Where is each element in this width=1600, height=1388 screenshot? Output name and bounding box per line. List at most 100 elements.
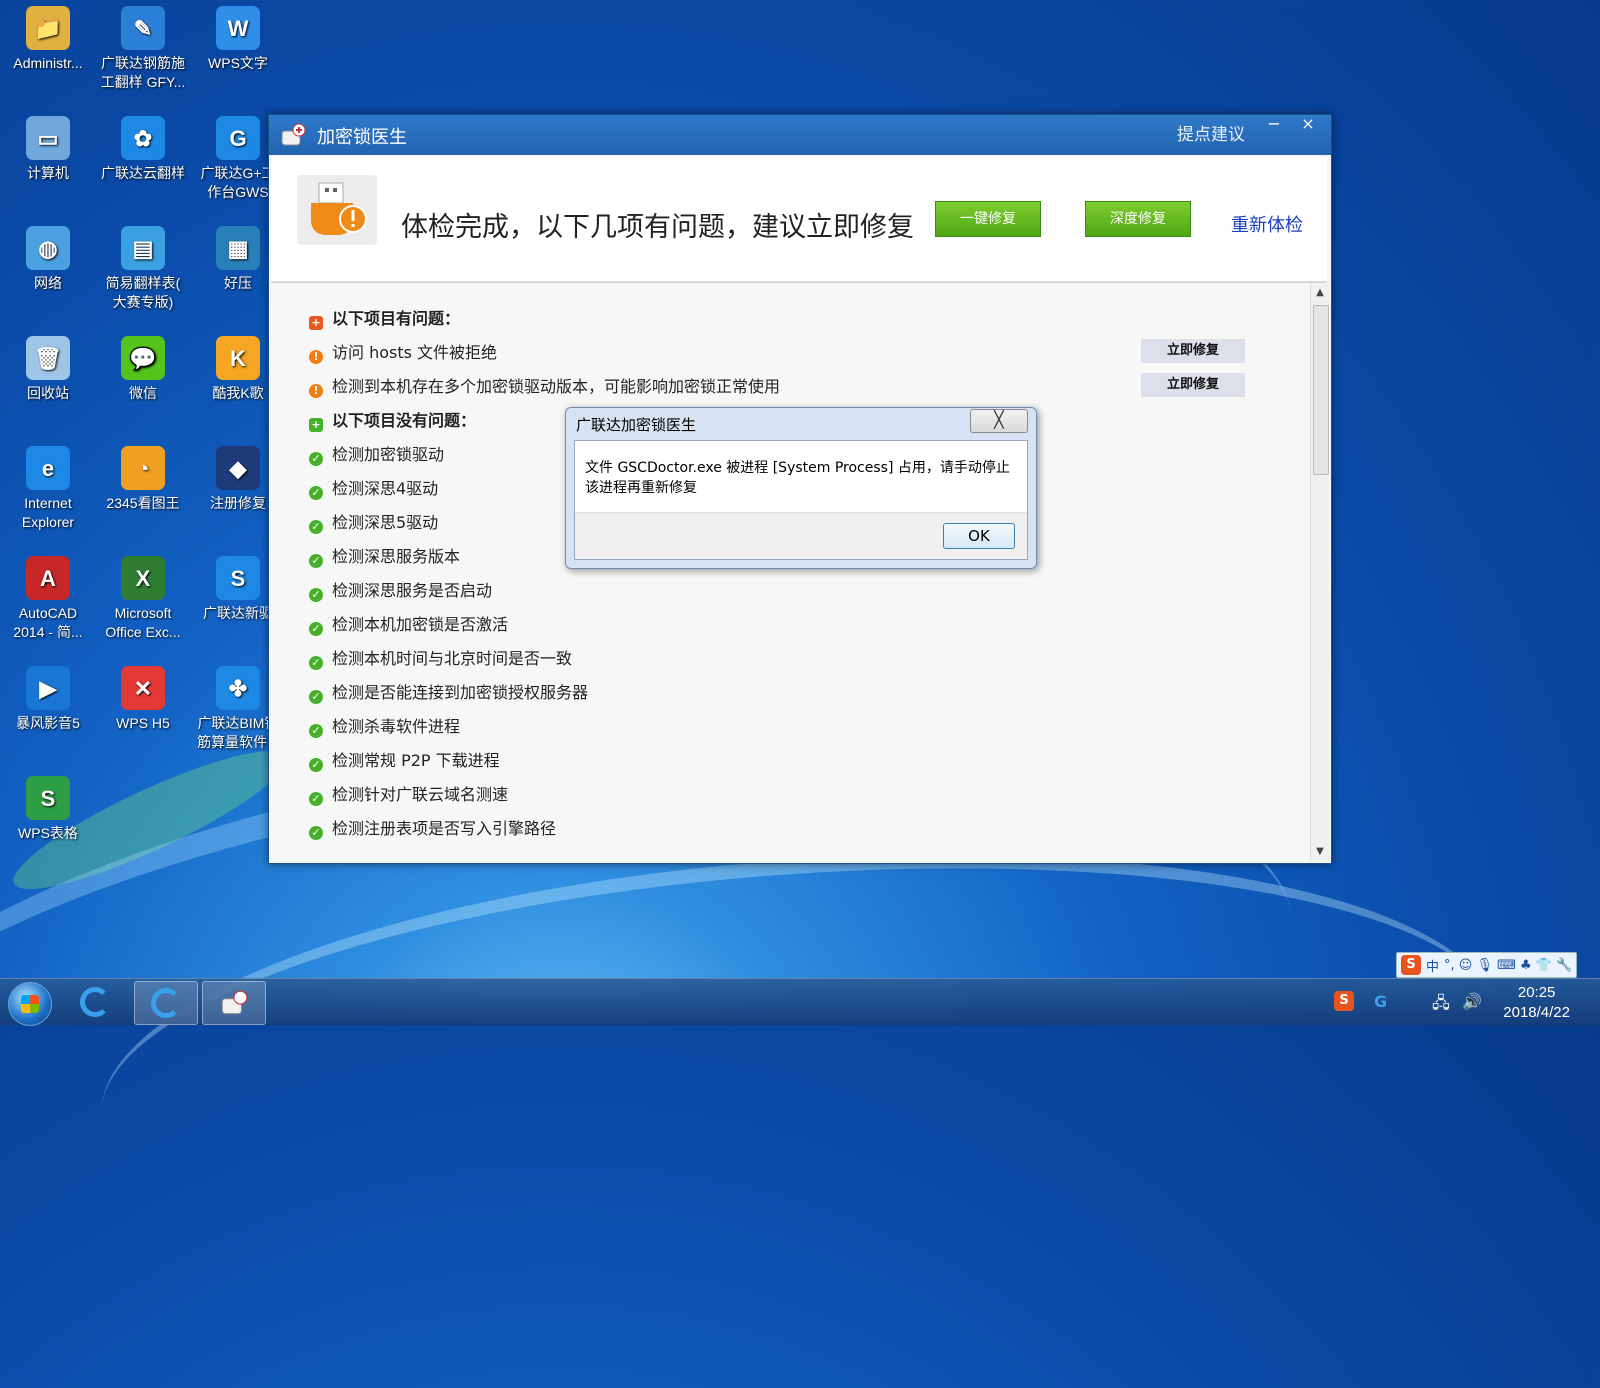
warning-icon: !: [309, 350, 323, 364]
desktop-app-icon: e: [26, 446, 70, 490]
problem-section-title: + 以下项目有问题：: [309, 307, 460, 331]
desktop-app-icon: ◔: [121, 446, 165, 490]
desktop-app-icon: ✤: [216, 666, 260, 710]
desktop-icon[interactable]: 🗑 回收站: [0, 330, 96, 403]
network-tray-icon[interactable]: 🖧: [1432, 992, 1450, 1019]
desktop-icon[interactable]: ▶ 暴风影音5: [0, 660, 96, 733]
one-click-fix-button[interactable]: 一键修复: [935, 201, 1041, 237]
check-icon: ✓: [309, 792, 323, 806]
ime-toolbar[interactable]: S 中 °, ☺ 🎙 ⌨ ♣ 👕 🔧: [1396, 952, 1578, 978]
scroll-thumb[interactable]: [1313, 305, 1329, 475]
check-icon: ✓: [309, 690, 323, 704]
glodon-g-icon: [151, 988, 181, 1018]
result-headline: 体检完成，以下几项有问题，建议立即修复: [401, 212, 914, 243]
dialog-body: 文件 GSCDoctor.exe 被进程 [System Process] 占用…: [574, 440, 1028, 560]
sogou-icon[interactable]: S: [1401, 955, 1421, 975]
dialog-close-button[interactable]: ╳: [970, 409, 1028, 433]
problem-item: ! 检测到本机存在多个加密锁驱动版本，可能影响加密锁正常使用: [309, 375, 780, 399]
check-icon: ✓: [309, 656, 323, 670]
volume-tray-icon[interactable]: 🔊: [1462, 992, 1482, 1011]
desktop-app-icon: 💬: [121, 336, 165, 380]
ok-section-title: + 以下项目没有问题：: [309, 409, 476, 433]
minimize-button[interactable]: −: [1259, 115, 1289, 137]
desktop-app-icon: ◍: [26, 226, 70, 270]
check-icon: ✓: [309, 758, 323, 772]
close-button[interactable]: ×: [1293, 115, 1323, 137]
ok-item: ✓ 检测本机时间与北京时间是否一致: [309, 647, 572, 671]
taskbar-lock-doctor[interactable]: [202, 981, 266, 1025]
lock-doctor-app-icon: [281, 123, 306, 146]
desktop-icon-label: 广联达钢筋施 工翻样 GFY...: [100, 55, 186, 90]
desktop-icon-label: AutoCAD 2014 - 简...: [13, 605, 83, 640]
ok-item: ✓ 检测深思5驱动: [309, 511, 438, 535]
desktop-icon[interactable]: S WPS表格: [0, 770, 96, 843]
ok-item-text: 检测本机加密锁是否激活: [332, 615, 509, 634]
desktop-app-icon: G: [216, 116, 260, 160]
ok-item-text: 检测加密锁驱动: [332, 445, 445, 464]
deep-fix-button[interactable]: 深度修复: [1085, 201, 1191, 237]
desktop-app-icon: ✿: [121, 116, 165, 160]
problem-text: 访问 hosts 文件被拒绝: [332, 343, 498, 362]
desktop-icon[interactable]: ✿ 广联达云翻样: [95, 110, 191, 183]
check-icon: ✓: [309, 826, 323, 840]
desktop-icon[interactable]: X Microsoft Office Exc...: [95, 550, 191, 642]
problem-text: 检测到本机存在多个加密锁驱动版本，可能影响加密锁正常使用: [332, 377, 781, 396]
desktop-icon[interactable]: ✎ 广联达钢筋施 工翻样 GFY...: [95, 0, 191, 92]
suggest-link[interactable]: 提点建议: [1177, 120, 1245, 145]
desktop-icon[interactable]: ◔ 2345看图王: [95, 440, 191, 513]
desktop-app-icon: ✕: [121, 666, 165, 710]
check-icon: ✓: [309, 452, 323, 466]
error-dialog: 广联达加密锁医生 ╳ 文件 GSCDoctor.exe 被进程 [System …: [565, 407, 1037, 569]
desktop-app-icon: ▤: [121, 226, 165, 270]
desktop-app-icon: ✎: [121, 6, 165, 50]
ok-item: ✓ 检测注册表项是否写入引擎路径: [309, 817, 556, 841]
ok-item-text: 检测深思5驱动: [332, 513, 439, 532]
fix-now-button[interactable]: 立即修复: [1141, 373, 1245, 397]
scroll-down-icon[interactable]: ▼: [1311, 846, 1329, 857]
check-icon: ✓: [309, 724, 323, 738]
ok-item: ✓ 检测杀毒软件进程: [309, 715, 460, 739]
ok-item-text: 检测注册表项是否写入引擎路径: [332, 819, 557, 838]
desktop-icon[interactable]: 💬 微信: [95, 330, 191, 403]
desktop-icon[interactable]: W WPS文字: [190, 0, 286, 73]
vertical-scrollbar[interactable]: ▲ ▼: [1310, 283, 1329, 861]
check-icon: ✓: [309, 554, 323, 568]
taskbar-glodon-app[interactable]: [64, 981, 126, 1023]
start-button[interactable]: [8, 982, 52, 1026]
ok-item: ✓ 检测针对广联云域名测速: [309, 783, 508, 807]
desktop-app-icon: X: [121, 556, 165, 600]
ok-button[interactable]: OK: [943, 523, 1015, 549]
desktop-icon-label: 回收站: [27, 385, 69, 401]
ok-item-text: 检测深思服务是否启动: [332, 581, 493, 600]
desktop-icon[interactable]: A AutoCAD 2014 - 简...: [0, 550, 96, 642]
ok-item-text: 检测杀毒软件进程: [332, 717, 461, 736]
desktop-icon-label: 2345看图王: [106, 495, 180, 511]
ok-section-label: 以下项目没有问题：: [332, 411, 477, 430]
fix-now-button[interactable]: 立即修复: [1141, 339, 1245, 363]
problem-section-label: 以下项目有问题：: [332, 309, 461, 328]
desktop-icon[interactable]: ▭ 计算机: [0, 110, 96, 183]
desktop-icon-label: 计算机: [27, 165, 69, 181]
system-clock[interactable]: 20:25 2018/4/22: [1503, 983, 1570, 1023]
desktop-icon[interactable]: ✕ WPS H5: [95, 660, 191, 733]
desktop-icon[interactable]: ▤ 简易翻样表( 大赛专版): [95, 220, 191, 312]
taskbar-glodon-gws[interactable]: [134, 981, 198, 1025]
recheck-link[interactable]: 重新体检: [1231, 211, 1303, 237]
desktop-icon[interactable]: ◍ 网络: [0, 220, 96, 293]
ok-item-text: 检测深思4驱动: [332, 479, 439, 498]
window-titlebar[interactable]: 加密锁医生 提点建议 − ×: [269, 115, 1331, 155]
dialog-title: 广联达加密锁医生: [576, 416, 697, 434]
desktop-icon[interactable]: 📁 Administr...: [0, 0, 96, 73]
scroll-up-icon[interactable]: ▲: [1311, 287, 1329, 298]
desktop-icon-label: Internet Explorer: [21, 495, 75, 530]
ime-tools[interactable]: °, ☺ 🎙 ⌨ ♣ 👕 🔧: [1444, 958, 1572, 973]
desktop-icon-label: 网络: [34, 275, 62, 291]
desktop-icon-label: WPS文字: [208, 55, 268, 71]
sogou-tray-icon[interactable]: S: [1334, 991, 1354, 1011]
desktop-icon[interactable]: e Internet Explorer: [0, 440, 96, 532]
usb-lock-warning-icon: [297, 175, 377, 245]
ime-mode-label[interactable]: 中: [1426, 956, 1439, 975]
ok-item-text: 检测本机时间与北京时间是否一致: [332, 649, 573, 668]
desktop-app-icon: ▦: [216, 226, 260, 270]
glodon-tray-icon[interactable]: G: [1374, 992, 1387, 1011]
